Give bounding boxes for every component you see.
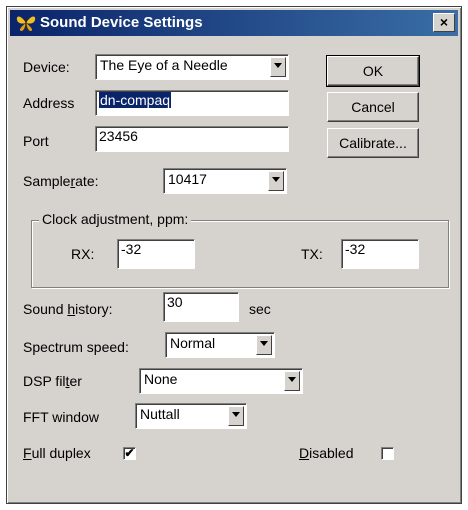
dsp-dropdown-button[interactable] xyxy=(284,371,300,391)
dsp-filter-value: None xyxy=(144,371,178,387)
rx-label: RX: xyxy=(71,246,95,262)
dsp-filter-label: DSP filter xyxy=(23,373,82,389)
spectrum-speed-select[interactable]: Normal xyxy=(165,332,275,358)
tx-input[interactable]: -32 xyxy=(341,239,419,269)
spectrum-dropdown-button[interactable] xyxy=(256,335,272,355)
samplerate-dropdown-button[interactable] xyxy=(268,171,284,191)
samplerate-label: Samplerate: xyxy=(23,173,99,189)
fft-window-select[interactable]: Nuttall xyxy=(135,403,247,429)
fft-window-value: Nuttall xyxy=(140,406,180,422)
close-button[interactable]: × xyxy=(433,13,455,32)
device-label: Device: xyxy=(23,59,70,75)
dsp-filter-select[interactable]: None xyxy=(139,368,303,394)
ok-button[interactable]: OK xyxy=(326,55,420,87)
butterfly-app-icon xyxy=(16,16,36,31)
samplerate-select[interactable]: 10417 xyxy=(163,168,287,194)
address-input[interactable]: dn-compaq xyxy=(95,90,289,116)
fft-dropdown-button[interactable] xyxy=(228,406,244,426)
disabled-checkbox[interactable] xyxy=(381,447,394,460)
spectrum-speed-label: Spectrum speed: xyxy=(23,339,129,355)
title-bar[interactable]: Sound Device Settings × xyxy=(10,10,458,36)
window-title: Sound Device Settings xyxy=(40,14,203,31)
calibrate-button[interactable]: Calibrate... xyxy=(327,128,419,158)
sound-history-input[interactable]: 30 xyxy=(163,292,239,322)
sound-device-settings-dialog: Sound Device Settings × Device: The Eye … xyxy=(6,6,462,504)
clock-group-caption: Clock adjustment, ppm: xyxy=(39,211,192,227)
spectrum-speed-value: Normal xyxy=(170,335,216,351)
samplerate-value: 10417 xyxy=(168,171,207,187)
port-input[interactable]: 23456 xyxy=(95,126,289,152)
tx-label: TX: xyxy=(301,246,323,262)
cancel-button[interactable]: Cancel xyxy=(327,92,419,122)
chevron-down-icon xyxy=(288,377,296,382)
chevron-down-icon xyxy=(272,177,280,182)
device-select[interactable]: The Eye of a Needle xyxy=(95,54,289,80)
device-dropdown-button[interactable] xyxy=(270,57,286,77)
rx-input[interactable]: -32 xyxy=(117,239,195,269)
device-value: The Eye of a Needle xyxy=(100,57,228,73)
chevron-down-icon xyxy=(232,412,240,417)
fft-window-label: FFT window xyxy=(23,409,99,425)
address-value: dn-compaq xyxy=(99,92,172,108)
chevron-down-icon xyxy=(260,341,268,346)
full-duplex-label: Full duplex xyxy=(23,445,91,461)
address-label: Address xyxy=(23,95,75,111)
sound-history-label: Sound history: xyxy=(23,301,113,317)
disabled-label: Disabled xyxy=(299,445,354,461)
port-label: Port xyxy=(23,133,49,149)
sound-history-unit: sec xyxy=(249,301,271,317)
full-duplex-checkbox[interactable]: ✔ xyxy=(123,447,136,460)
chevron-down-icon xyxy=(274,63,282,68)
